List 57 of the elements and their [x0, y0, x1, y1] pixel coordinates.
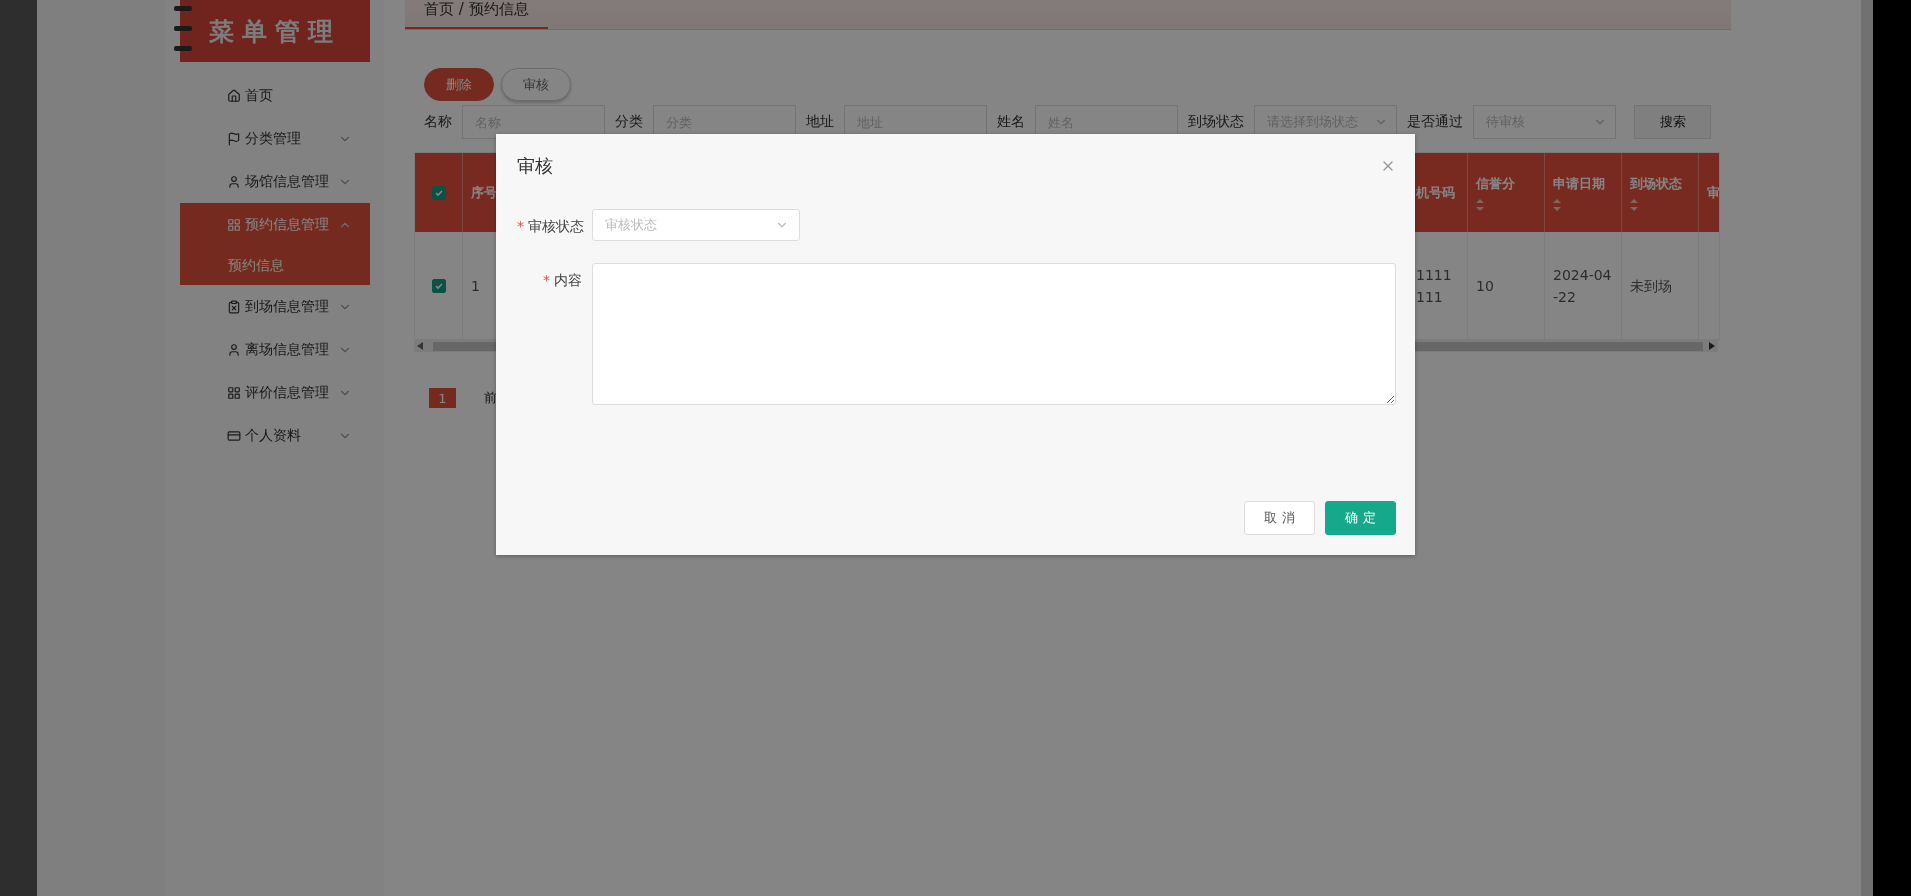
filter-label: 地址	[806, 113, 834, 131]
menu-item[interactable]: 个人资料	[180, 414, 370, 457]
cancel-button[interactable]: 取 消	[1244, 501, 1315, 535]
column-title: 申请日期	[1553, 174, 1606, 193]
dialog-title: 审核	[517, 154, 553, 178]
filter-label: 到场状态	[1188, 113, 1244, 131]
column-title: 机号码	[1416, 183, 1456, 202]
checkbox[interactable]	[431, 185, 446, 200]
table-cell-text: 1	[471, 276, 480, 296]
table-cell-text: 未到场	[1630, 276, 1672, 296]
menu-item[interactable]: 离场信息管理	[180, 328, 370, 371]
rings-icon	[174, 4, 192, 54]
menu-item[interactable]: 预约信息管理	[180, 203, 370, 246]
left-arrow-icon[interactable]	[417, 342, 423, 350]
search-button[interactable]: 搜索	[1634, 105, 1711, 139]
table-cell-text: 1111111	[1416, 265, 1453, 307]
column-title: 序号	[471, 183, 498, 202]
review-button[interactable]: 审核	[501, 68, 571, 101]
user-icon	[227, 342, 241, 357]
checkbox[interactable]	[431, 278, 446, 293]
sort-icon[interactable]	[1553, 198, 1561, 211]
menu-item[interactable]: 首页	[180, 74, 370, 117]
checkmark-icon	[433, 280, 444, 291]
content-field[interactable]	[592, 263, 1396, 405]
pager-text: 前	[484, 389, 497, 407]
checkmark-icon	[433, 187, 444, 198]
form-label: * 审核状态	[517, 217, 582, 236]
filter-label: 姓名	[997, 113, 1025, 131]
user-icon	[227, 174, 241, 189]
scrollbar[interactable]	[1861, 0, 1873, 896]
table-cell-text: 10	[1476, 276, 1494, 296]
page-number[interactable]: 1	[429, 388, 456, 408]
clipboard-icon	[227, 299, 241, 314]
column-title: 审	[1707, 183, 1719, 202]
filter-label: 分类	[615, 113, 643, 131]
column-title: 信誉分	[1476, 174, 1516, 193]
filter-label: 名称	[424, 113, 452, 131]
confirm-button[interactable]: 确 定	[1325, 501, 1396, 535]
menu-item[interactable]: 到场信息管理	[180, 285, 370, 328]
menu-item[interactable]: 场馆信息管理	[180, 160, 370, 203]
breadcrumb[interactable]: 首页 / 预约信息	[405, 0, 548, 29]
sort-icon[interactable]	[1476, 198, 1484, 211]
column-title: 到场状态	[1630, 174, 1683, 193]
menu-item[interactable]: 分类管理	[180, 117, 370, 160]
menu-item[interactable]: 评价信息管理	[180, 371, 370, 414]
sort-icon[interactable]	[1630, 198, 1638, 211]
grid-icon	[227, 385, 241, 400]
flag-icon	[227, 131, 241, 146]
right-arrow-icon[interactable]	[1709, 342, 1715, 350]
table-cell-text: 2024-04-22	[1553, 265, 1613, 307]
submenu-item[interactable]: 预约信息	[180, 246, 370, 285]
delete-button[interactable]: 删除	[424, 68, 494, 101]
home-icon	[227, 88, 241, 103]
grid-icon	[227, 217, 241, 232]
card-icon	[227, 428, 241, 443]
form-label: * 内容	[542, 271, 582, 290]
filter-label: 是否通过	[1407, 113, 1463, 131]
